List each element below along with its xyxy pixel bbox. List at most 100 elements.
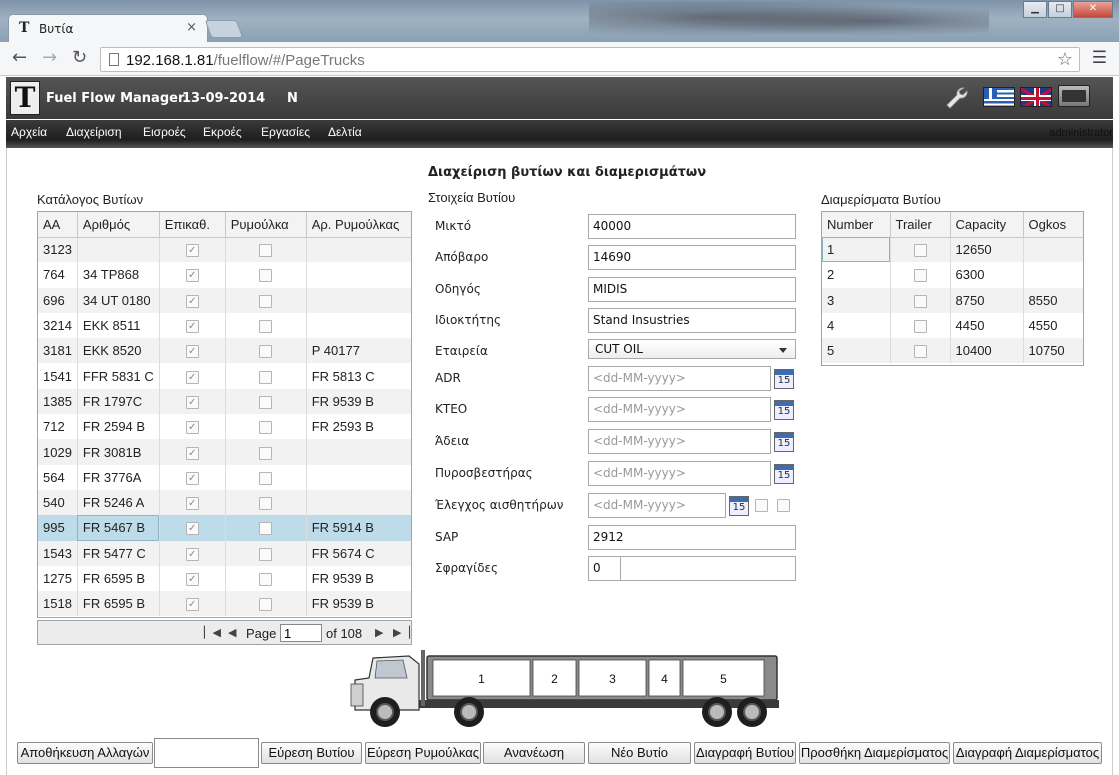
rymoulka-checkbox[interactable]	[259, 395, 273, 409]
rymoulka-checkbox[interactable]	[259, 573, 273, 587]
rymoulka-checkbox[interactable]	[259, 497, 273, 511]
bookmark-star-icon[interactable]: ☆	[1057, 49, 1073, 70]
epikath-checkbox[interactable]: ✓	[185, 547, 199, 561]
epikath-checkbox[interactable]: ✓	[185, 421, 199, 435]
menu-item-inputs[interactable]: Εισροές	[143, 125, 186, 139]
odigos-input[interactable]: MIDIS	[588, 277, 796, 302]
col-header-trailer[interactable]: Trailer	[890, 212, 951, 238]
wrench-icon[interactable]	[944, 85, 970, 111]
kteo-date-input[interactable]: <dd-MM-yyyy>	[588, 397, 771, 422]
address-bar[interactable]: 192.168.1.81/fuelflow/#/PageTrucks ☆	[100, 47, 1080, 72]
pyrosvestiras-date-input[interactable]: <dd-MM-yyyy>	[588, 461, 771, 486]
idioktitis-input[interactable]: Stand Insustries	[588, 308, 796, 333]
trailer-checkbox[interactable]	[913, 244, 927, 258]
col-header-ogkos[interactable]: Ogkos	[1023, 212, 1083, 238]
table-row[interactable]: 1518 FR 6595 B ✓ FR 9539 B	[38, 591, 411, 617]
new-tab-button[interactable]	[204, 20, 244, 38]
rymoulka-checkbox[interactable]	[259, 294, 273, 308]
table-row[interactable]: 2 6300	[822, 262, 1083, 288]
sensor-checkbox-1[interactable]	[755, 499, 768, 512]
epikath-checkbox[interactable]: ✓	[185, 395, 199, 409]
back-arrow-icon[interactable]: ←	[12, 49, 27, 67]
rymoulka-checkbox[interactable]	[259, 471, 273, 485]
calendar-icon[interactable]: 15	[729, 496, 749, 516]
rymoulka-checkbox[interactable]	[259, 269, 273, 283]
col-header-epikath[interactable]: Επικαθ.	[159, 212, 226, 238]
epikath-checkbox[interactable]: ✓	[185, 471, 199, 485]
trailer-checkbox[interactable]	[913, 294, 927, 308]
table-row[interactable]: 696 34 UT 0180 ✓	[38, 287, 411, 313]
table-row[interactable]: 3123 ✓	[38, 237, 411, 263]
table-row[interactable]: 1275 FR 6595 B ✓ FR 9539 B	[38, 565, 411, 592]
calendar-icon[interactable]: 15	[774, 369, 794, 389]
rymoulka-checkbox[interactable]	[259, 345, 273, 359]
browser-menu-icon[interactable]: ☰	[1092, 50, 1107, 67]
col-header-rymoulka[interactable]: Ρυμούλκα	[225, 212, 307, 238]
refresh-button[interactable]: Ανανέωση	[483, 742, 585, 764]
menu-item-files[interactable]: Αρχεία	[11, 125, 47, 139]
rymoulka-checkbox[interactable]	[259, 522, 273, 536]
table-row[interactable]: 1 12650	[822, 237, 1083, 263]
table-row[interactable]: 4 4450 4550	[822, 312, 1083, 339]
last-page-icon[interactable]: ▶▕	[393, 626, 410, 639]
rymoulka-checkbox[interactable]	[259, 446, 273, 460]
maximize-button[interactable]: □	[1048, 1, 1072, 18]
menu-item-tasks[interactable]: Εργασίες	[261, 125, 310, 139]
table-row[interactable]: 1029 FR 3081B ✓	[38, 439, 411, 465]
table-row[interactable]: 764 34 TP868 ✓	[38, 262, 411, 288]
save-changes-button[interactable]: Αποθήκευση Αλλαγών	[17, 742, 153, 764]
table-row[interactable]: 564 FR 3776A ✓	[38, 464, 411, 490]
table-row[interactable]: 3181 EKK 8520 ✓ P 40177	[38, 338, 411, 364]
rymoulka-checkbox[interactable]	[259, 244, 273, 258]
epikath-checkbox[interactable]: ✓	[185, 345, 199, 359]
epikath-checkbox[interactable]: ✓	[185, 370, 199, 384]
table-row[interactable]: 1385 FR 1797C ✓ FR 9539 B	[38, 388, 411, 415]
seals-count[interactable]: 0	[589, 557, 621, 580]
menu-item-outputs[interactable]: Εκροές	[203, 125, 242, 139]
table-row[interactable]: 5 10400 10750	[822, 338, 1083, 364]
calendar-icon[interactable]: 15	[774, 464, 794, 484]
epikath-checkbox[interactable]: ✓	[185, 598, 199, 612]
adeia-date-input[interactable]: <dd-MM-yyyy>	[588, 429, 771, 454]
col-header-aa[interactable]: ΑΑ	[38, 212, 78, 238]
col-header-number[interactable]: Number	[822, 212, 891, 238]
new-truck-button[interactable]: Νέο Βυτίο	[588, 742, 691, 764]
apovaro-input[interactable]: 14690	[588, 245, 796, 270]
browser-tab[interactable]: T Βυτία ×	[8, 14, 208, 42]
trailer-checkbox[interactable]	[913, 345, 927, 359]
epikath-checkbox[interactable]: ✓	[185, 573, 199, 587]
epikath-checkbox[interactable]: ✓	[185, 522, 199, 536]
col-header-capacity[interactable]: Capacity	[950, 212, 1024, 238]
mikto-input[interactable]: 40000	[588, 214, 796, 239]
delete-truck-button[interactable]: Διαγραφή Βυτίου	[694, 742, 796, 764]
calendar-icon[interactable]: 15	[774, 400, 794, 420]
table-row[interactable]: 712 FR 2594 B ✓ FR 2593 B	[38, 414, 411, 440]
first-page-icon[interactable]: ▏◀	[204, 626, 221, 639]
epikath-checkbox[interactable]: ✓	[185, 269, 199, 283]
reload-icon[interactable]: ↻	[72, 49, 87, 67]
company-select[interactable]: CUT OIL	[588, 339, 796, 359]
rymoulka-checkbox[interactable]	[259, 598, 273, 612]
table-row[interactable]: 995 FR 5467 B ✓ FR 5914 B	[38, 515, 411, 541]
epikath-checkbox[interactable]: ✓	[185, 320, 199, 334]
rymoulka-checkbox[interactable]	[259, 421, 273, 435]
epikath-checkbox[interactable]: ✓	[185, 497, 199, 511]
adr-date-input[interactable]: <dd-MM-yyyy>	[588, 366, 771, 391]
search-input[interactable]	[154, 738, 259, 768]
find-trailer-button[interactable]: Εύρεση Ρυμούλκας	[365, 742, 481, 764]
epikath-checkbox[interactable]: ✓	[185, 244, 199, 258]
sensor-checkbox-2[interactable]	[777, 499, 790, 512]
find-truck-button[interactable]: Εύρεση Βυτίου	[261, 742, 362, 764]
next-page-icon[interactable]: ▶	[375, 626, 383, 639]
calendar-icon[interactable]: 15	[774, 432, 794, 452]
add-compartment-button[interactable]: Προσθήκη Διαμερίσματος	[799, 742, 950, 764]
col-header-ar-rymoulkas[interactable]: Αρ. Ρυμούλκας	[306, 212, 411, 238]
elegxos-aisthitirwn-date-input[interactable]: <dd-MM-yyyy>	[588, 493, 726, 518]
table-row[interactable]: 3214 EKK 8511 ✓	[38, 312, 411, 339]
rymoulka-checkbox[interactable]	[259, 547, 273, 561]
rymoulka-checkbox[interactable]	[259, 370, 273, 384]
delete-compartment-button[interactable]: Διαγραφή Διαμερίσματος	[953, 742, 1102, 764]
uk-flag-icon[interactable]	[1020, 87, 1052, 107]
exit-icon[interactable]	[1058, 85, 1090, 107]
tab-close-icon[interactable]: ×	[186, 20, 197, 35]
